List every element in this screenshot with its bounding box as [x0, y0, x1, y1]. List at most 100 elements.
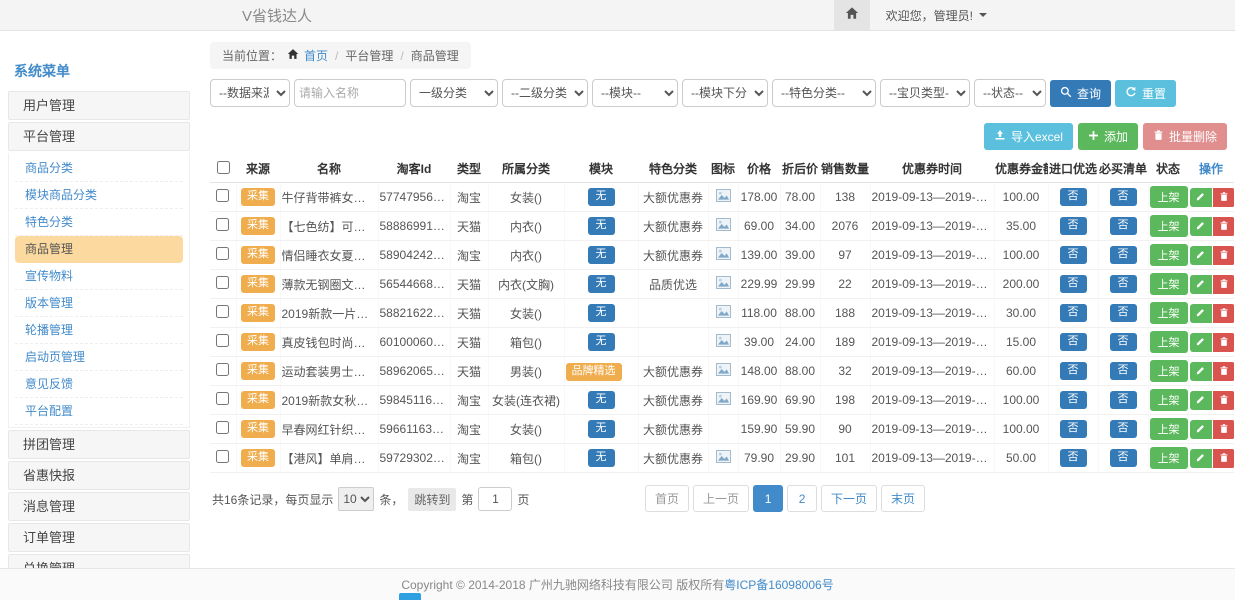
sidebar-item-平台配置[interactable]: 平台配置 [15, 398, 183, 425]
sidebar-group-平台管理[interactable]: 平台管理 [8, 122, 190, 151]
edit-button[interactable] [1190, 275, 1212, 294]
sidebar-item-模块商品分类[interactable]: 模块商品分类 [15, 182, 183, 209]
edit-button[interactable] [1190, 304, 1212, 323]
row-checkbox[interactable] [216, 392, 229, 405]
import-choice-badge[interactable]: 否 [1060, 304, 1087, 321]
page-button-首页[interactable]: 首页 [645, 485, 689, 512]
level2-category-select[interactable]: --二级分类-- [502, 79, 588, 107]
import-choice-badge[interactable]: 否 [1060, 362, 1087, 379]
import-choice-badge[interactable]: 否 [1060, 188, 1087, 205]
feature-category-select[interactable]: --特色分类-- [772, 79, 876, 107]
row-checkbox[interactable] [216, 276, 229, 289]
row-checkbox[interactable] [216, 421, 229, 434]
status-button[interactable]: 上架 [1150, 244, 1188, 266]
item-type-select[interactable]: --宝贝类型-- [880, 79, 970, 107]
sidebar-group-用户管理[interactable]: 用户管理 [8, 91, 190, 120]
delete-button[interactable] [1213, 333, 1235, 352]
module-select[interactable]: --模块-- [592, 79, 678, 107]
search-button[interactable]: 查询 [1050, 80, 1111, 107]
sidebar-item-意见反馈[interactable]: 意见反馈 [15, 371, 183, 398]
batch-delete-button[interactable]: 批量删除 [1143, 123, 1227, 150]
sidebar-item-宣传物料[interactable]: 宣传物料 [15, 263, 183, 290]
status-button[interactable]: 上架 [1150, 418, 1188, 440]
must-buy-badge[interactable]: 否 [1110, 391, 1137, 408]
edit-button[interactable] [1190, 246, 1212, 265]
delete-button[interactable] [1213, 188, 1235, 207]
must-buy-badge[interactable]: 否 [1110, 362, 1137, 379]
sidebar-item-商品分类[interactable]: 商品分类 [15, 155, 183, 182]
add-button[interactable]: 添加 [1078, 123, 1138, 150]
sidebar-item-商品管理[interactable]: 商品管理 [15, 236, 183, 263]
import-choice-badge[interactable]: 否 [1060, 420, 1087, 437]
page-button-上一页[interactable]: 上一页 [693, 485, 749, 512]
row-checkbox[interactable] [216, 189, 229, 202]
delete-button[interactable] [1213, 391, 1235, 410]
status-button[interactable]: 上架 [1150, 360, 1188, 382]
edit-button[interactable] [1190, 420, 1212, 439]
status-button[interactable]: 上架 [1150, 215, 1188, 237]
home-button[interactable] [834, 0, 870, 30]
edit-button[interactable] [1190, 217, 1212, 236]
reset-button[interactable]: 重置 [1115, 80, 1176, 107]
select-all-checkbox[interactable] [217, 161, 230, 174]
delete-button[interactable] [1213, 217, 1235, 236]
import-choice-badge[interactable]: 否 [1060, 391, 1087, 408]
import-choice-badge[interactable]: 否 [1060, 275, 1087, 292]
module-sub-select[interactable]: --模块下分类-- [682, 79, 768, 107]
delete-button[interactable] [1213, 420, 1235, 439]
must-buy-badge[interactable]: 否 [1110, 217, 1137, 234]
delete-button[interactable] [1213, 275, 1235, 294]
row-checkbox[interactable] [216, 305, 229, 318]
sidebar-item-启动页管理[interactable]: 启动页管理 [15, 344, 183, 371]
import-choice-badge[interactable]: 否 [1060, 246, 1087, 263]
must-buy-badge[interactable]: 否 [1110, 188, 1137, 205]
page-button-2[interactable]: 2 [787, 485, 817, 512]
sidebar-group-消息管理[interactable]: 消息管理 [8, 492, 190, 521]
sidebar-group-订单管理[interactable]: 订单管理 [8, 523, 190, 552]
must-buy-badge[interactable]: 否 [1110, 304, 1137, 321]
sidebar-item-版本管理[interactable]: 版本管理 [15, 290, 183, 317]
must-buy-badge[interactable]: 否 [1110, 333, 1137, 350]
status-button[interactable]: 上架 [1150, 389, 1188, 411]
jump-button[interactable]: 跳转到 [408, 488, 456, 511]
status-button[interactable]: 上架 [1150, 186, 1188, 208]
user-menu[interactable]: 欢迎您，管理员! [886, 7, 987, 24]
edit-button[interactable] [1190, 449, 1212, 468]
edit-button[interactable] [1190, 333, 1212, 352]
breadcrumb-home-link[interactable]: 首页 [304, 47, 328, 64]
edit-button[interactable] [1190, 362, 1212, 381]
status-button[interactable]: 上架 [1150, 302, 1188, 324]
row-checkbox[interactable] [216, 363, 229, 376]
status-button[interactable]: 上架 [1150, 331, 1188, 353]
page-number-input[interactable] [478, 487, 512, 511]
sidebar-item-特色分类[interactable]: 特色分类 [15, 209, 183, 236]
page-button-末页[interactable]: 末页 [881, 485, 925, 512]
data-source-select[interactable]: --数据来源-- [210, 79, 290, 107]
sidebar-group-拼团管理[interactable]: 拼团管理 [8, 430, 190, 459]
must-buy-badge[interactable]: 否 [1110, 420, 1137, 437]
sidebar-item-轮播管理[interactable]: 轮播管理 [15, 317, 183, 344]
page-button-1[interactable]: 1 [753, 485, 783, 512]
delete-button[interactable] [1213, 304, 1235, 323]
import-choice-badge[interactable]: 否 [1060, 449, 1087, 466]
per-page-select[interactable]: 10 [338, 487, 374, 511]
icp-link[interactable]: 粤ICP备16098006号 [724, 576, 833, 593]
status-button[interactable]: 上架 [1150, 447, 1188, 469]
delete-button[interactable] [1213, 449, 1235, 468]
row-checkbox[interactable] [216, 247, 229, 260]
delete-button[interactable] [1213, 246, 1235, 265]
level1-category-select[interactable]: 一级分类 [410, 79, 498, 107]
status-select[interactable]: --状态-- [974, 79, 1046, 107]
row-checkbox[interactable] [216, 218, 229, 231]
name-input[interactable] [294, 79, 406, 107]
delete-button[interactable] [1213, 362, 1235, 381]
edit-button[interactable] [1190, 391, 1212, 410]
sidebar-group-省惠快报[interactable]: 省惠快报 [8, 461, 190, 490]
edit-button[interactable] [1190, 188, 1212, 207]
must-buy-badge[interactable]: 否 [1110, 449, 1137, 466]
must-buy-badge[interactable]: 否 [1110, 246, 1137, 263]
row-checkbox[interactable] [216, 450, 229, 463]
row-checkbox[interactable] [216, 334, 229, 347]
import-excel-button[interactable]: 导入excel [984, 123, 1073, 150]
page-button-下一页[interactable]: 下一页 [821, 485, 877, 512]
